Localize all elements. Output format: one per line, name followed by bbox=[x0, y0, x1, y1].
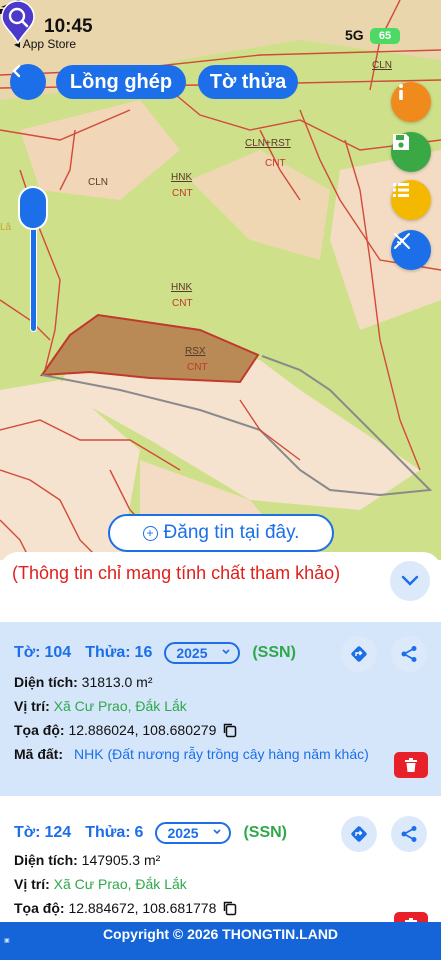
save-button[interactable] bbox=[391, 132, 431, 172]
location-pin-icon[interactable] bbox=[0, 0, 36, 44]
share-button[interactable] bbox=[391, 636, 427, 672]
delete-button[interactable] bbox=[394, 752, 428, 778]
parcel-label: Thửa: bbox=[85, 644, 131, 661]
coordinates-field: Tọa độ: 12.884672, 108.681778 bbox=[14, 898, 238, 918]
coordinates-value: 12.884672, 108.681778 bbox=[68, 900, 217, 916]
plus-circle-icon: + bbox=[142, 526, 158, 541]
map-zone-label: HNK bbox=[171, 172, 193, 183]
chevron-down-icon bbox=[401, 575, 419, 586]
parcel-header: Tờ: 104 Thửa: 16 2025 (SSN) bbox=[14, 642, 296, 664]
map-zone-label: CLN bbox=[88, 177, 109, 188]
post-listing-label: Đăng tin tại đây. bbox=[163, 522, 300, 543]
info-icon bbox=[399, 84, 403, 100]
area-value: 147905.3 m² bbox=[81, 852, 161, 868]
parcel-label: Thửa: bbox=[85, 824, 131, 841]
copyright-footer: Copyright © 2026 THONGTIN.LAND bbox=[0, 922, 441, 960]
status-time: 10:45 bbox=[44, 16, 93, 37]
floppy-disk-icon bbox=[393, 134, 409, 150]
overlay-toggle-button[interactable]: Lồng ghép bbox=[56, 65, 186, 99]
year-value: 2025 bbox=[176, 645, 208, 661]
area-label: Diện tích: bbox=[14, 674, 78, 690]
ruler-pencil-icon bbox=[394, 233, 410, 249]
copy-icon[interactable] bbox=[222, 900, 238, 916]
copyright-text: Copyright © 2026 THONGTIN.LAND bbox=[102, 926, 339, 942]
map-zone-label: CLN bbox=[372, 60, 393, 71]
coordinates-label: Tọa độ: bbox=[14, 722, 65, 738]
battery-level: 65 bbox=[378, 30, 392, 42]
parcel-header: Tờ: 124 Thửa: 6 2025 (SSN) bbox=[14, 822, 287, 844]
land-code-value: NHK (Đất nương rẫy trồng cây hàng năm kh… bbox=[74, 746, 369, 762]
area-value: 31813.0 m² bbox=[81, 674, 153, 690]
area-label: Diện tích: bbox=[14, 852, 78, 868]
directions-icon bbox=[351, 646, 367, 662]
sheet-parcel-button[interactable]: Tờ thửa bbox=[198, 65, 298, 99]
status-bar: 10:45 ◂ App Store 5G 65 bbox=[0, 0, 441, 52]
land-code-field: Mã đất: NHK (Đất nương rẫy trồng cây hàng… bbox=[14, 744, 384, 764]
sheet-number: Tờ: 104 bbox=[14, 644, 71, 662]
list-button[interactable] bbox=[391, 180, 431, 220]
location-field: Vị trí: Xã Cư Prao, Đắk Lắk bbox=[14, 696, 187, 716]
source-tag: (SSN) bbox=[243, 824, 288, 841]
list-icon bbox=[393, 183, 409, 197]
share-button[interactable] bbox=[391, 816, 427, 852]
parcel-number: Thửa: 16 bbox=[85, 644, 152, 662]
map-zone-label: HNK bbox=[171, 282, 193, 293]
coordinates-value: 12.886024, 108.680279 bbox=[68, 722, 217, 738]
parcel-card[interactable]: Tờ: 104 Thửa: 16 2025 (SSN) Diện tích: 318… bbox=[0, 622, 441, 796]
post-listing-button[interactable]: + Đăng tin tại đây. bbox=[108, 514, 334, 552]
map-place-label: Lâ bbox=[0, 222, 12, 233]
map-zone-label: CNT bbox=[172, 188, 193, 199]
location-label: Vị trí: bbox=[14, 698, 50, 714]
sheet-label: Tờ: bbox=[14, 644, 41, 661]
year-select[interactable]: 2025 bbox=[155, 822, 232, 844]
chevron-down-icon bbox=[222, 649, 230, 655]
source-tag: (SSN) bbox=[252, 644, 296, 661]
disclaimer-text: (Thông tin chỉ mang tính chất tham khảo) bbox=[12, 563, 341, 583]
map-zone-label: CNT bbox=[187, 362, 208, 373]
map-zone-label: CNT bbox=[172, 298, 193, 309]
location-value: Xã Cư Prao, Đắk Lắk bbox=[53, 698, 187, 714]
parcel-info-panel: (Thông tin chỉ mang tính chất tham khảo)… bbox=[0, 552, 441, 960]
land-code-label: Mã đất: bbox=[14, 746, 63, 762]
directions-button[interactable] bbox=[341, 636, 377, 672]
watermark-logo: ▣ bbox=[4, 938, 10, 944]
sheet-value: 124 bbox=[44, 824, 72, 841]
coordinates-label: Tọa độ: bbox=[14, 900, 65, 916]
directions-button[interactable] bbox=[341, 816, 377, 852]
location-label: Vị trí: bbox=[14, 876, 50, 892]
year-value: 2025 bbox=[167, 825, 199, 841]
year-select[interactable]: 2025 bbox=[164, 642, 241, 664]
sheet-value: 104 bbox=[44, 644, 72, 661]
share-icon bbox=[401, 826, 417, 842]
location-field: Vị trí: Xã Cư Prao, Đắk Lắk bbox=[14, 874, 187, 894]
parcel-value: 16 bbox=[134, 644, 153, 661]
area-field: Diện tích: 147905.3 m² bbox=[14, 850, 160, 870]
coordinates-field: Tọa độ: 12.886024, 108.680279 bbox=[14, 720, 238, 740]
battery-icon: 65 bbox=[370, 28, 400, 44]
zoom-slider[interactable] bbox=[18, 186, 48, 332]
parcel-value: 6 bbox=[134, 824, 144, 841]
chevron-down-icon bbox=[213, 829, 222, 835]
area-field: Diện tích: 31813.0 m² bbox=[14, 672, 153, 692]
zoom-slider-handle[interactable] bbox=[18, 186, 48, 230]
sheet-number: Tờ: 124 bbox=[14, 824, 71, 842]
map-view[interactable]: CLN CLN+RST CNT CLN HNK CNT HNK CNT RSX … bbox=[0, 0, 441, 560]
measure-draw-button[interactable] bbox=[391, 230, 431, 270]
network-type: 5G bbox=[345, 27, 364, 43]
location-value: Xã Cư Prao, Đắk Lắk bbox=[53, 876, 187, 892]
trash-icon bbox=[405, 758, 417, 772]
map-zone-label: CNT bbox=[265, 158, 286, 169]
map-zone-label: CLN+RST bbox=[245, 138, 291, 149]
info-button[interactable] bbox=[391, 82, 431, 122]
map-zone-label: RSX bbox=[185, 346, 206, 357]
chevron-left-icon bbox=[12, 64, 21, 78]
parcel-number: Thửa: 6 bbox=[85, 824, 143, 842]
directions-icon bbox=[351, 826, 367, 842]
share-icon bbox=[401, 646, 417, 662]
collapse-panel-button[interactable] bbox=[390, 561, 430, 601]
sheet-label: Tờ: bbox=[14, 824, 41, 841]
back-button[interactable] bbox=[10, 64, 46, 100]
copy-icon[interactable] bbox=[222, 722, 238, 738]
